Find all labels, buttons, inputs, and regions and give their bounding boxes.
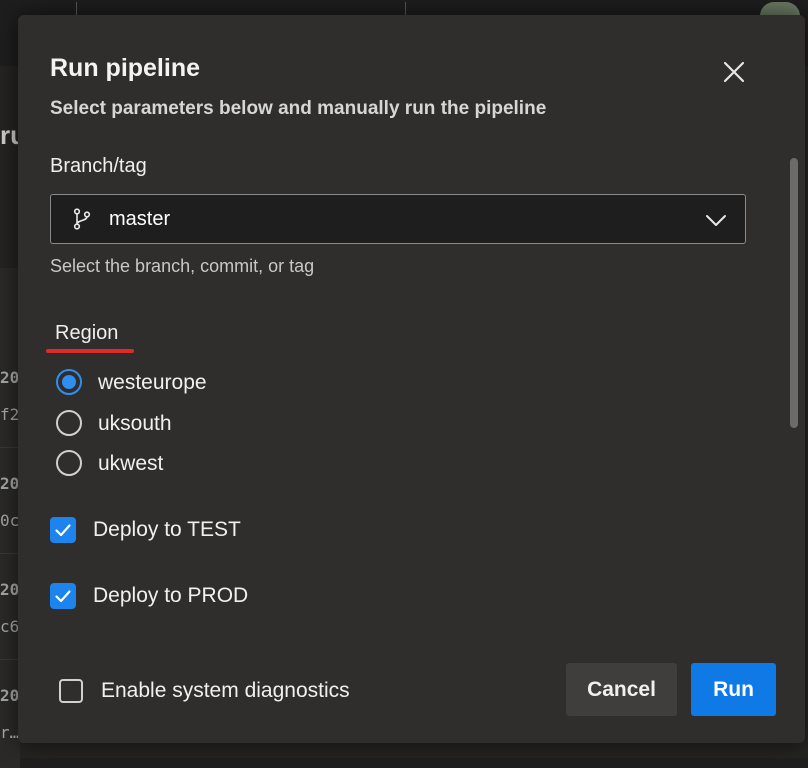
divider (0, 553, 20, 554)
radio-label-uksouth: uksouth (98, 412, 172, 435)
scrollbar[interactable] (790, 158, 798, 428)
radio-uksouth[interactable] (56, 410, 82, 436)
branch-hint: Select the branch, commit, or tag (50, 256, 315, 276)
close-icon[interactable] (720, 58, 748, 86)
annotation-underline (46, 349, 134, 353)
deploy-prod-label: Deploy to PROD (93, 584, 249, 607)
checkmark-icon (55, 590, 71, 603)
deploy-test-label: Deploy to TEST (93, 518, 241, 541)
system-diagnostics-label: Enable system diagnostics (101, 679, 350, 702)
git-branch-icon (70, 207, 94, 231)
branch-select[interactable]: master (50, 194, 746, 244)
background-row-text: 20 (0, 580, 20, 599)
deploy-test-checkbox[interactable] (50, 517, 76, 543)
deploy-prod-checkbox[interactable] (50, 583, 76, 609)
divider (0, 659, 20, 660)
radio-westeurope[interactable] (56, 369, 82, 395)
cancel-button[interactable]: Cancel (566, 663, 677, 716)
run-pipeline-dialog: Run pipeline Select parameters below and… (18, 15, 805, 743)
background-page-title: ru (0, 120, 26, 150)
background-row-text: r… (0, 723, 20, 742)
background-row-text: 20 (0, 368, 20, 387)
divider (0, 447, 20, 448)
chevron-down-icon (705, 209, 727, 231)
background-row-text: 20 (0, 474, 20, 493)
run-button[interactable]: Run (691, 663, 776, 716)
system-diagnostics-checkbox[interactable] (59, 679, 83, 703)
checkmark-icon (55, 524, 71, 537)
background-row-text: 20 (0, 686, 20, 705)
region-label: Region (55, 322, 119, 344)
branch-tag-label: Branch/tag (50, 155, 147, 177)
background-row-text: c6 (0, 617, 20, 636)
background-row-text: f2 (0, 405, 20, 424)
radio-label-ukwest: ukwest (98, 452, 164, 475)
branch-value: master (109, 208, 171, 230)
dialog-title: Run pipeline (50, 54, 200, 82)
background-row-text: 0c (0, 511, 20, 530)
radio-label-westeurope: westeurope (98, 371, 207, 394)
radio-ukwest[interactable] (56, 450, 82, 476)
dialog-subtitle: Select parameters below and manually run… (50, 98, 547, 119)
